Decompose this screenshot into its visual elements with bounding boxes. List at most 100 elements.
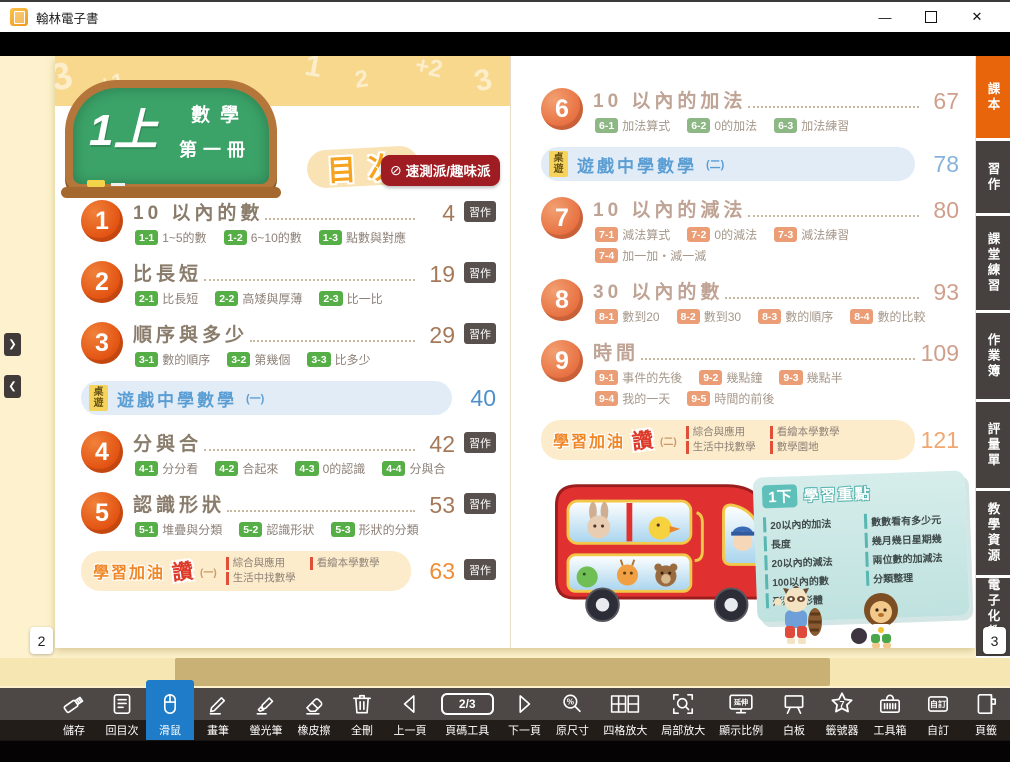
chapter-title[interactable]: 時間 <box>593 338 639 365</box>
chapter-page-number[interactable]: 67 <box>925 90 959 113</box>
section-link[interactable]: 9-1事件的先後 <box>595 369 682 386</box>
boardgame-link[interactable]: 桌遊遊戲中學數學(二) <box>541 147 915 181</box>
chapter-page-number[interactable]: 19 <box>421 263 455 286</box>
toolbar-toolbox-button[interactable]: 工具箱 <box>866 688 914 740</box>
nav-forward-arrow[interactable]: ❯ <box>4 333 21 356</box>
chapter-title[interactable]: 10 以內的減法 <box>593 195 746 222</box>
section-link[interactable]: 8-4數的比較 <box>850 308 925 325</box>
workbook-badge[interactable]: 習作 <box>464 201 496 222</box>
section-link[interactable]: 7-20的減法 <box>687 226 757 243</box>
chapter-number-circle[interactable]: 7 <box>541 197 583 239</box>
section-link[interactable]: 2-3比一比 <box>319 290 382 307</box>
chapter-number-circle[interactable]: 9 <box>541 340 583 382</box>
section-link[interactable]: 5-3形狀的分類 <box>331 521 418 538</box>
toolbar-custom-button[interactable]: 自訂自訂 <box>914 688 962 740</box>
toolbar-star-number-button[interactable]: 7籤號器 <box>818 688 866 740</box>
toolbar-pen-button[interactable]: 畫筆 <box>194 688 242 740</box>
section-link[interactable]: 2-2高矮與厚薄 <box>215 290 302 307</box>
study-boost-link[interactable]: 學習加油讚(二)綜合與應用看繪本學數學生活中找數學數學園地 <box>541 420 915 460</box>
chapter-number-circle[interactable]: 4 <box>81 431 123 473</box>
sidebar-tab-6[interactable]: 教學資源 <box>976 491 1010 575</box>
study-boost-link[interactable]: 學習加油讚(一)綜合與應用看繪本學數學生活中找數學 <box>81 551 411 591</box>
chapter-page-number[interactable]: 80 <box>925 199 959 222</box>
boardgame-page-number[interactable]: 78 <box>915 153 959 176</box>
section-link[interactable]: 3-1數的順序 <box>135 351 210 368</box>
section-link[interactable]: 6-1加法算式 <box>595 117 670 134</box>
workbook-badge[interactable]: 習作 <box>464 432 496 453</box>
section-link[interactable]: 5-2認識形狀 <box>239 521 314 538</box>
chapter-number-circle[interactable]: 8 <box>541 279 583 321</box>
section-link[interactable]: 4-30的認識 <box>295 460 365 477</box>
boardgame-link[interactable]: 桌遊遊戲中學數學(一) <box>81 381 452 415</box>
toolbar-zoom-percent-button[interactable]: %原尺寸 <box>548 688 596 740</box>
chapter-page-number[interactable]: 29 <box>421 324 455 347</box>
chapter-page-number[interactable]: 109 <box>921 342 959 365</box>
toolbar-toc-button[interactable]: 回目次 <box>98 688 146 740</box>
sidebar-tab-5[interactable]: 評量單 <box>976 402 1010 488</box>
sidebar-tab-3[interactable]: 課堂練習 <box>976 216 1010 310</box>
section-link[interactable]: 1-26~10的數 <box>224 229 302 246</box>
toolbar-display-ratio-button[interactable]: 延伸顯示比例 <box>712 688 770 740</box>
toolbar-eraser-button[interactable]: 橡皮擦 <box>290 688 338 740</box>
chapter-title[interactable]: 分與合 <box>133 429 202 456</box>
chapter-number-circle[interactable]: 2 <box>81 261 123 303</box>
horizontal-scrollbar-thumb[interactable] <box>175 658 830 686</box>
chapter-title[interactable]: 認識形狀 <box>133 490 225 517</box>
section-link[interactable]: 9-5時間的前後 <box>687 390 774 407</box>
toolbar-highlighter-button[interactable]: 螢光筆 <box>242 688 290 740</box>
nav-back-arrow[interactable]: ❮ <box>4 375 21 398</box>
study-boost-page-number[interactable]: 63 <box>411 560 455 583</box>
sidebar-tab-1[interactable]: 課本 <box>976 56 1010 138</box>
section-link[interactable]: 9-3幾點半 <box>779 369 842 386</box>
chapter-title[interactable]: 30 以內的數 <box>593 277 723 304</box>
study-boost-page-number[interactable]: 121 <box>915 429 959 452</box>
section-link[interactable]: 4-4分與合 <box>382 460 445 477</box>
toolbar-next-button[interactable]: 下一頁 <box>500 688 548 740</box>
section-link[interactable]: 7-3減法練習 <box>774 226 849 243</box>
toolbar-trash-button[interactable]: 全刪 <box>338 688 386 740</box>
section-link[interactable]: 7-1減法算式 <box>595 226 670 243</box>
section-link[interactable]: 1-11~5的數 <box>135 229 207 246</box>
chapter-title[interactable]: 10 以內的數 <box>133 198 263 225</box>
toolbar-whiteboard-button[interactable]: 白板 <box>770 688 818 740</box>
toolbar-quad-zoom-button[interactable]: 四格放大 <box>596 688 654 740</box>
section-link[interactable]: 8-3數的順序 <box>758 308 833 325</box>
toolbar-prev-button[interactable]: 上一頁 <box>386 688 434 740</box>
section-link[interactable]: 4-1分分看 <box>135 460 198 477</box>
chapter-number-circle[interactable]: 3 <box>81 322 123 364</box>
section-link[interactable]: 5-1堆疊與分類 <box>135 521 222 538</box>
section-link[interactable]: 3-3比多少 <box>307 351 370 368</box>
section-link[interactable]: 9-4我的一天 <box>595 390 670 407</box>
section-link[interactable]: 1-3點數與對應 <box>319 229 406 246</box>
page-number-tab-left[interactable]: 2 <box>30 627 53 654</box>
toolbar-mouse-button[interactable]: 滑鼠 <box>146 680 194 740</box>
section-link[interactable]: 2-1比長短 <box>135 290 198 307</box>
toolbar-page-box-button[interactable]: 2/3頁碼工具 <box>434 688 500 740</box>
section-link[interactable]: 4-2合起來 <box>215 460 278 477</box>
chapter-title[interactable]: 比長短 <box>133 259 202 286</box>
section-link[interactable]: 9-2幾點鐘 <box>699 369 762 386</box>
section-link[interactable]: 3-2第幾個 <box>227 351 290 368</box>
sidebar-tab-2[interactable]: 習作 <box>976 141 1010 213</box>
toolbar-usb-save-button[interactable]: 儲存 <box>50 688 98 740</box>
chapter-number-circle[interactable]: 6 <box>541 88 583 130</box>
toolbar-region-zoom-button[interactable]: 局部放大 <box>654 688 712 740</box>
section-link[interactable]: 6-20的加法 <box>687 117 757 134</box>
workbook-badge[interactable]: 習作 <box>464 323 496 344</box>
chapter-number-circle[interactable]: 5 <box>81 492 123 534</box>
section-link[interactable]: 8-2數到30 <box>677 308 742 325</box>
section-link[interactable]: 8-1數到20 <box>595 308 660 325</box>
maximize-button[interactable] <box>908 2 954 32</box>
chapter-page-number[interactable]: 42 <box>421 433 455 456</box>
page-number-tab-right[interactable]: 3 <box>983 627 1006 654</box>
chapter-page-number[interactable]: 53 <box>421 494 455 517</box>
chapter-title[interactable]: 10 以內的加法 <box>593 86 746 113</box>
minimize-button[interactable]: — <box>862 2 908 32</box>
boardgame-page-number[interactable]: 40 <box>452 387 496 410</box>
chapter-number-circle[interactable]: 1 <box>81 200 123 242</box>
toolbar-bookmark-button[interactable]: 頁籤 <box>962 688 1010 740</box>
workbook-badge[interactable]: 習作 <box>464 559 496 580</box>
chapter-page-number[interactable]: 93 <box>925 281 959 304</box>
chapter-title[interactable]: 順序與多少 <box>133 320 248 347</box>
chapter-page-number[interactable]: 4 <box>421 202 455 225</box>
